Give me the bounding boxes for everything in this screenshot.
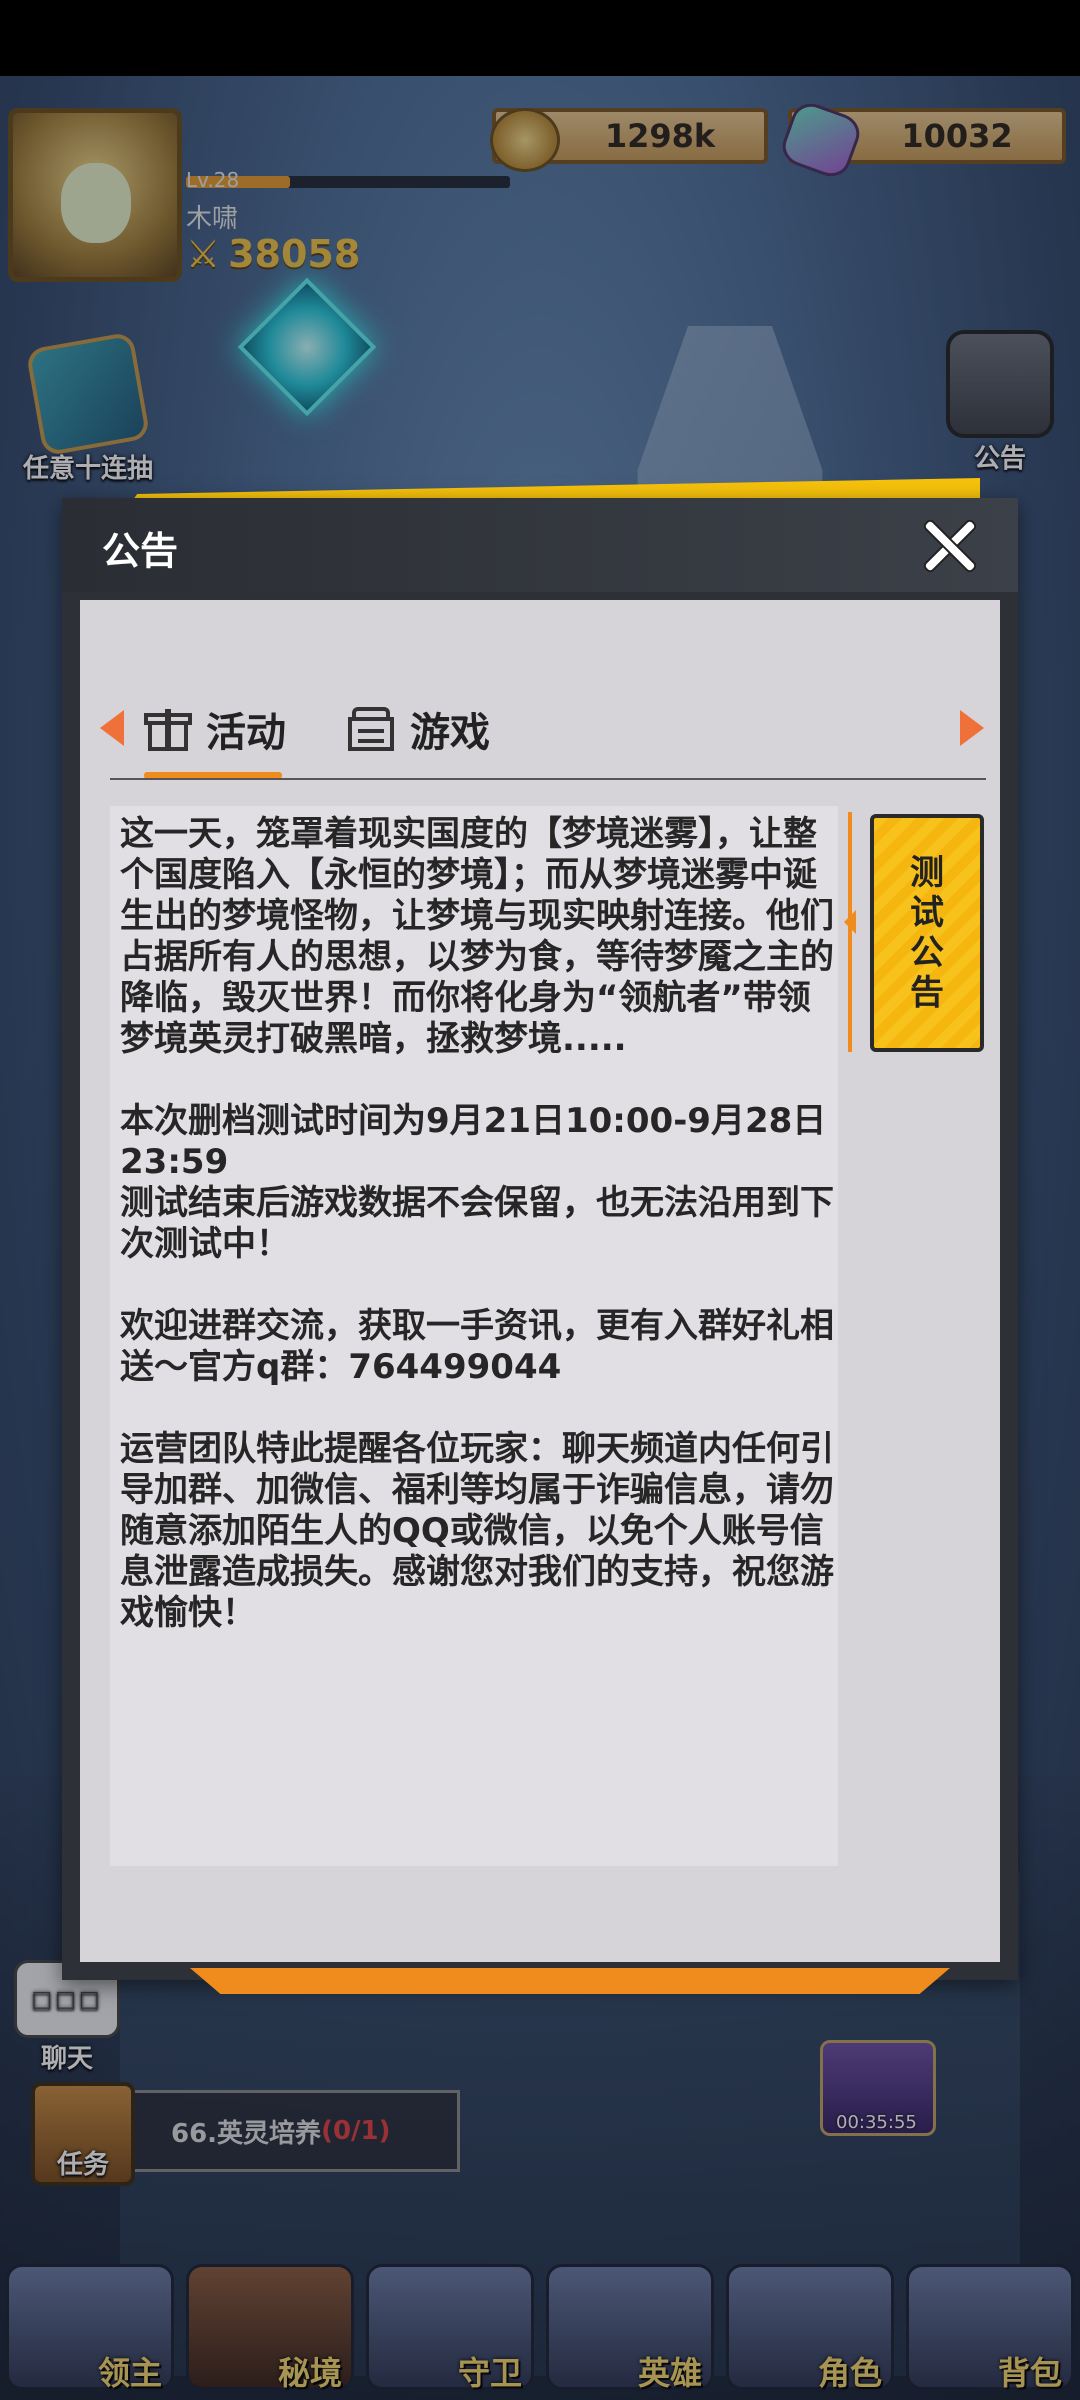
side-tab-pointer-icon xyxy=(844,910,856,934)
tab-next-arrow-icon[interactable] xyxy=(960,710,984,746)
tabs-divider xyxy=(110,778,986,780)
modal-accent-bottom xyxy=(190,1968,950,1994)
announcement-content[interactable]: 这一天，笼罩着现实国度的【梦境迷雾】，让整个国度陷入【永恒的梦境】；而从梦境迷雾… xyxy=(110,806,838,1866)
tab-game[interactable]: 游戏 xyxy=(346,686,490,772)
tab-activity[interactable]: 活动 xyxy=(144,686,286,772)
dialog-title: 公告 xyxy=(102,529,179,573)
tab-prev-arrow-icon[interactable] xyxy=(100,710,124,746)
announcement-text: 这一天，笼罩着现实国度的【梦境迷雾】，让整个国度陷入【永恒的梦境】；而从梦境迷雾… xyxy=(120,814,834,1633)
gift-icon xyxy=(144,705,192,753)
test-notice-label: 测试公告 xyxy=(910,853,944,1013)
announcement-dialog: 公告 活动 游戏 这一天，笼罩着现实国度的【梦境迷雾】，让整个国度陷入【永恒的梦… xyxy=(62,498,1018,1980)
document-icon xyxy=(346,705,396,753)
status-bar xyxy=(0,0,1080,76)
dialog-body: 活动 游戏 这一天，笼罩着现实国度的【梦境迷雾】，让整个国度陷入【永恒的梦境】；… xyxy=(80,600,1000,1962)
announcement-tabs: 活动 游戏 xyxy=(80,680,1000,780)
close-icon[interactable] xyxy=(920,516,980,576)
test-notice-tab[interactable]: 测试公告 xyxy=(870,814,984,1052)
tab-game-label: 游戏 xyxy=(410,710,490,756)
tab-activity-label: 活动 xyxy=(206,710,286,756)
dialog-header: 公告 xyxy=(62,498,1018,592)
